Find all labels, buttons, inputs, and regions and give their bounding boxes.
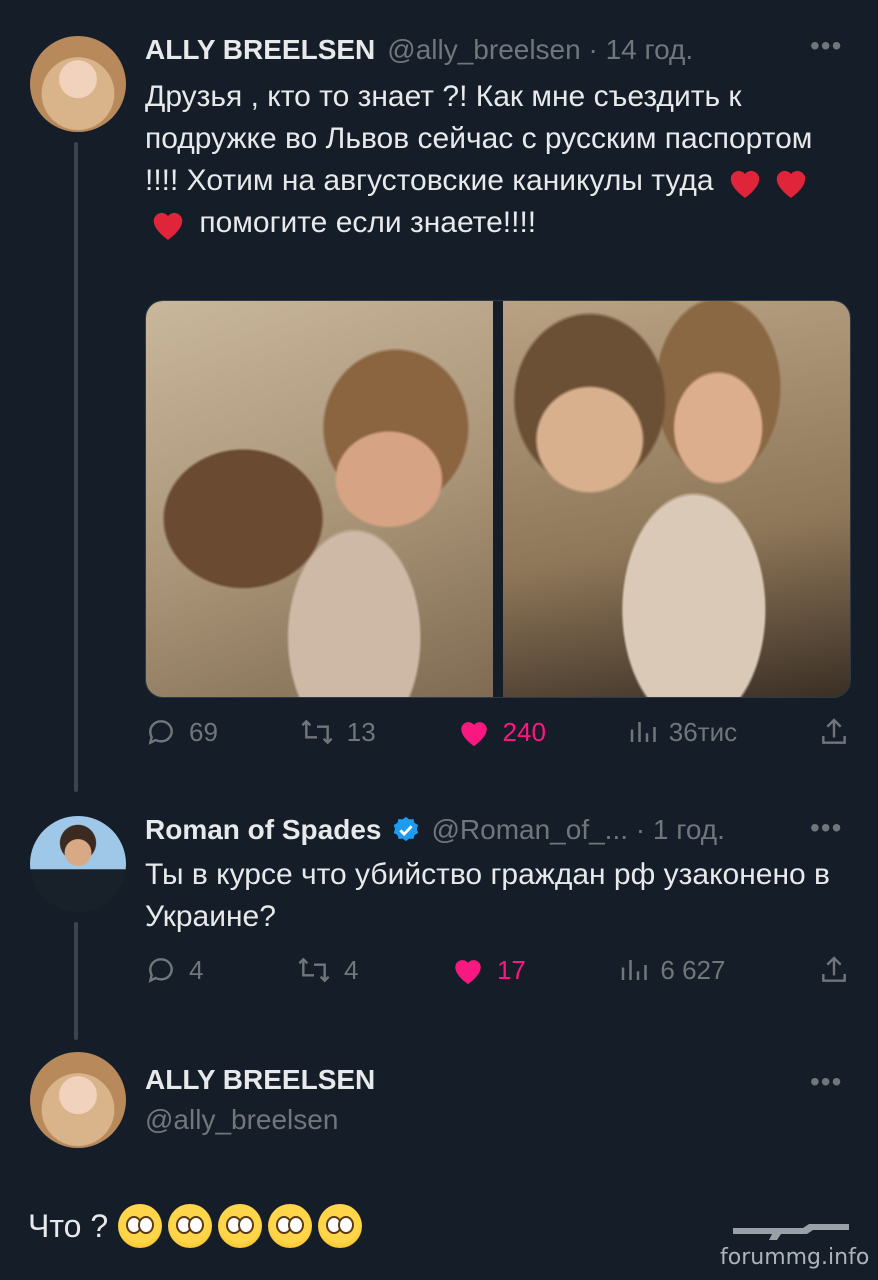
tweet-text: Что ? (28, 1204, 363, 1248)
views-count: 6 627 (660, 954, 726, 985)
flushed-face-icon (268, 1204, 313, 1248)
views-button[interactable]: 6 627 (618, 955, 725, 986)
watermark-text: forummg.info (720, 1245, 870, 1270)
heart-icon (460, 722, 487, 747)
retweet-icon (298, 957, 330, 983)
retweet-count: 4 (343, 954, 359, 985)
avatar[interactable] (30, 816, 126, 912)
flushed-face-icon (118, 1204, 163, 1248)
rifle-logo-icon (733, 1224, 850, 1240)
reply-count: 69 (189, 716, 218, 747)
avatar[interactable] (30, 36, 126, 132)
action-bar: 4 4 17 6 627 (145, 954, 850, 986)
author-handle-time[interactable]: @Roman_of_... · 1 год. (431, 814, 724, 846)
thread-line (74, 142, 78, 792)
reply-icon (148, 720, 173, 745)
share-icon (822, 956, 846, 982)
views-count: 36тис (668, 716, 738, 747)
author-name[interactable]: ALLY BREELSEN (145, 34, 375, 66)
media-grid (145, 300, 851, 698)
tweet-header: ALLY BREELSEN @ally_breelsen · 14 год. (145, 34, 693, 66)
retweet-count: 13 (346, 716, 376, 747)
share-icon (822, 718, 846, 744)
reply-icon (148, 958, 173, 983)
views-icon (630, 722, 656, 742)
avatar[interactable] (30, 1052, 126, 1148)
heart-emoji-icon (776, 170, 806, 198)
share-button[interactable] (818, 954, 850, 986)
tweet-text: Друзья , кто то знает ?! Как мне съездит… (145, 76, 845, 244)
retweet-icon (301, 719, 333, 745)
heart-icon (455, 960, 481, 985)
watermark: forummg.info (720, 1218, 869, 1270)
more-icon[interactable]: ••• (810, 812, 842, 844)
author-handle-time[interactable]: @ally_breelsen · 14 год. (387, 34, 693, 66)
photo-2[interactable] (503, 301, 850, 697)
reply-count: 4 (189, 954, 204, 985)
like-button[interactable]: 17 (451, 954, 526, 986)
tweet-header: Roman of Spades @Roman_of_... · 1 год. (145, 814, 725, 846)
flushed-face-icon (318, 1204, 363, 1248)
reply-button[interactable]: 4 (145, 954, 203, 986)
photo-1[interactable] (146, 301, 493, 697)
more-icon[interactable]: ••• (810, 1066, 842, 1098)
views-button[interactable]: 36тис (627, 717, 737, 748)
more-icon[interactable]: ••• (810, 30, 842, 62)
thread-line (74, 922, 78, 1040)
flushed-face-icon (218, 1204, 263, 1248)
views-icon (622, 960, 648, 980)
share-button[interactable] (818, 716, 850, 748)
tweet-text: Ты в курсе что убийство граждан рф узако… (145, 858, 830, 933)
reply-button[interactable]: 69 (145, 716, 218, 748)
author-handle[interactable]: @ally_breelsen (145, 1104, 338, 1136)
verified-badge-icon (394, 816, 419, 842)
action-bar: 69 13 240 36тис (145, 716, 850, 748)
author-name[interactable]: ALLY BREELSEN (145, 1064, 375, 1096)
like-count: 17 (496, 954, 526, 985)
heart-emoji-icon (153, 212, 183, 240)
author-name[interactable]: Roman of Spades (145, 814, 381, 846)
retweet-button[interactable]: 13 (299, 716, 376, 748)
retweet-button[interactable]: 4 (296, 954, 358, 986)
flushed-face-icon (168, 1204, 213, 1248)
tweet-text-content: Что ? (28, 1207, 109, 1244)
like-count: 240 (502, 716, 546, 747)
like-button[interactable]: 240 (457, 716, 546, 748)
heart-emoji-icon (730, 170, 760, 198)
